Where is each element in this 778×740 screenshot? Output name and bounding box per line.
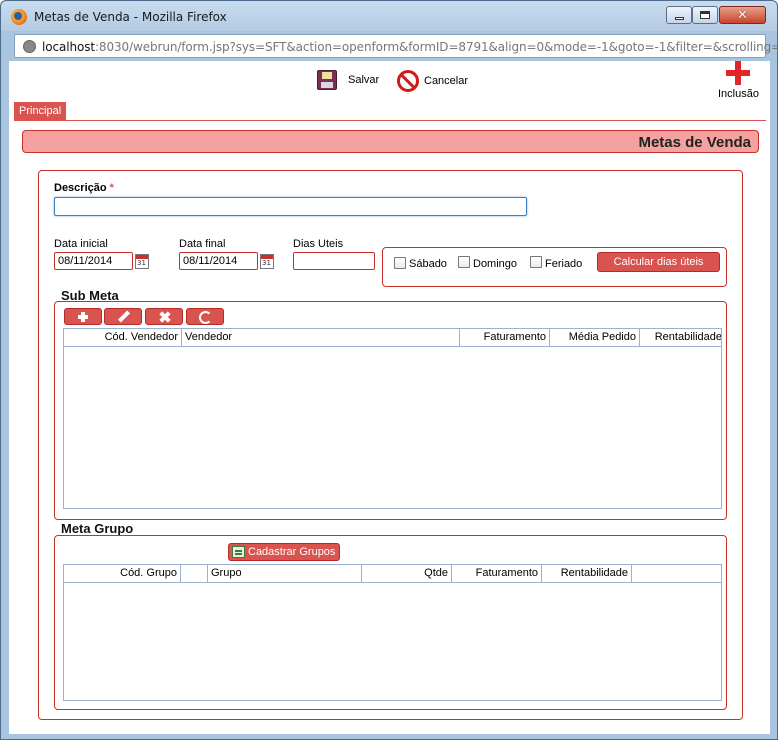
sub-meta-delete-button[interactable] [145,308,183,325]
browser-window: Metas de Venda - Mozilla Firefox ✕ local… [0,0,778,740]
save-label: Salvar [348,74,380,86]
url-text[interactable]: localhost:8030/webrun/form.jsp?sys=SFT&a… [42,40,778,54]
form-header: Metas de Venda [22,130,759,153]
url-path: :8030/webrun/form.jsp?sys=SFT&action=ope… [94,40,778,54]
address-bar[interactable]: localhost:8030/webrun/form.jsp?sys=SFT&a… [14,34,778,58]
insert-label: Inclusão [718,88,759,100]
floppy-disk-icon [317,70,337,90]
calendar-icon[interactable] [135,254,149,269]
globe-icon [23,40,36,53]
column-header[interactable]: Qtde [362,565,452,582]
meta-grupo-title: Meta Grupo [61,521,134,536]
descricao-label: Descrição * [54,182,114,194]
sub-meta-edit-button[interactable] [104,308,142,325]
title-bar: Metas de Venda - Mozilla Firefox ✕ [1,1,777,31]
maximize-button[interactable] [692,6,718,24]
required-mark: * [109,182,114,194]
sabado-checkbox[interactable] [394,257,406,269]
tab-principal[interactable]: Principal [14,102,67,121]
column-header[interactable] [181,565,208,582]
column-header[interactable]: Rentabilidade [640,329,721,346]
no-entry-icon [397,70,419,92]
meta-grupo-grid[interactable]: Cód. Grupo Grupo Qtde Faturamento Rentab… [63,564,722,701]
cadastrar-grupos-button[interactable]: Cadastrar Grupos [228,543,341,561]
sub-meta-refresh-button[interactable] [186,308,224,325]
column-header[interactable]: Grupo [208,565,362,582]
feriado-label: Feriado [545,258,583,270]
domingo-label: Domingo [473,258,518,270]
minimize-icon [674,16,684,20]
data-inicial-label: Data inicial [54,238,108,250]
meta-grupo-grid-header: Cód. Grupo Grupo Qtde Faturamento Rentab… [64,565,721,583]
close-window-button[interactable]: ✕ [719,6,766,24]
calendar-icon[interactable] [260,254,274,269]
page-title: Metas de Venda [638,134,751,151]
column-header[interactable]: Faturamento [452,565,542,582]
feriado-checkbox[interactable] [530,256,542,268]
save-button[interactable]: Salvar [317,70,379,90]
window-title: Metas de Venda - Mozilla Firefox [34,10,227,24]
minimize-button[interactable] [666,6,692,24]
column-header[interactable]: Cód. Vendedor [64,329,182,346]
close-icon: ✕ [737,7,748,23]
domingo-checkbox[interactable] [458,256,470,268]
calcular-dias-uteis-button[interactable]: Calcular dias úteis [597,252,720,272]
sub-meta-add-button[interactable] [64,308,102,325]
descricao-input[interactable] [54,197,527,216]
column-header[interactable]: Rentabilidade [542,565,632,582]
sub-meta-grid[interactable]: Cód. Vendedor Vendedor Faturamento Média… [63,328,722,509]
column-header[interactable]: Cód. Grupo [64,565,181,582]
column-header[interactable]: Vendedor [182,329,460,346]
url-host: localhost [42,40,95,54]
maximize-icon [700,11,710,19]
cancel-label: Cancelar [424,75,469,87]
sub-meta-grid-header: Cód. Vendedor Vendedor Faturamento Média… [64,329,721,347]
insert-button[interactable]: Inclusão [717,61,763,101]
plus-icon [726,61,750,85]
sabado-label: Sábado [409,258,447,270]
descricao-label-text: Descrição [54,182,107,194]
firefox-icon [11,9,27,25]
dias-uteis-input[interactable] [293,252,375,270]
column-header[interactable] [632,565,721,582]
cadastrar-grupos-label: Cadastrar Grupos [248,546,336,558]
data-inicial-input[interactable] [54,252,133,270]
column-header[interactable]: Faturamento [460,329,550,346]
page-content: Salvar Cancelar Inclusão Principal Metas… [9,61,770,734]
data-final-input[interactable] [179,252,258,270]
data-final-label: Data final [179,238,226,250]
dias-uteis-label: Dias Uteis [293,238,344,250]
tab-divider [14,120,766,121]
form-icon [232,546,245,558]
column-header[interactable]: Média Pedido [550,329,640,346]
cancel-button[interactable]: Cancelar [397,70,468,92]
